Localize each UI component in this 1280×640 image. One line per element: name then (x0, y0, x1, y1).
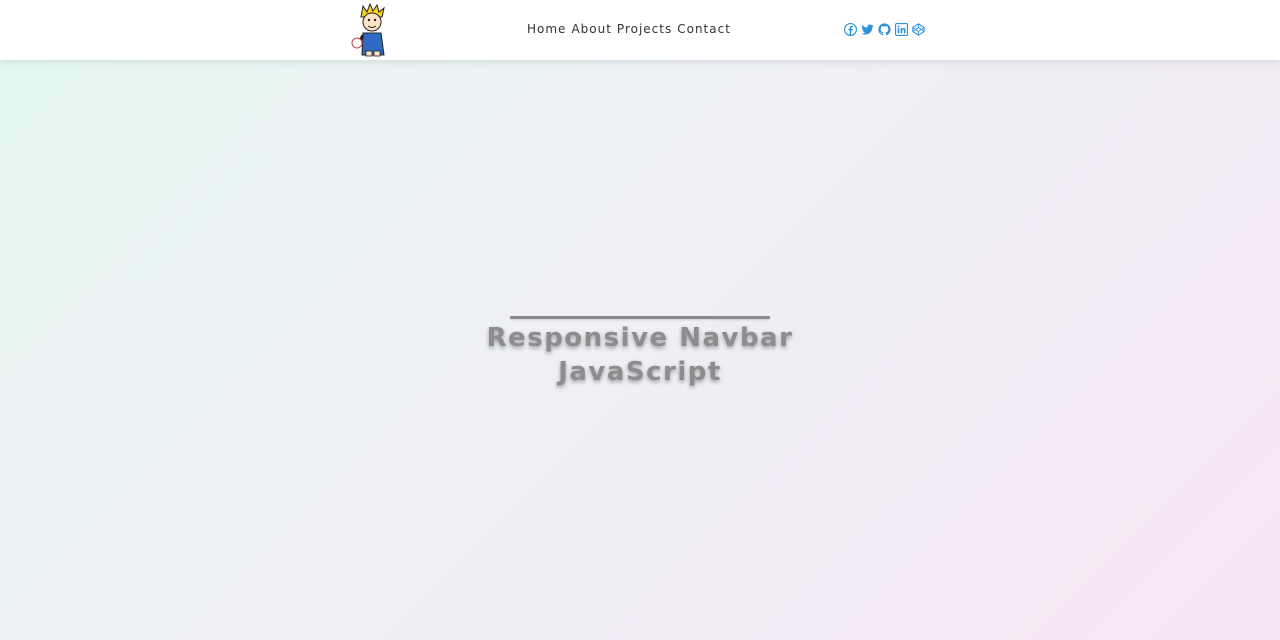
nav-link-home[interactable]: Home (527, 22, 566, 36)
facebook-icon (844, 23, 857, 36)
facebook-link[interactable] (844, 23, 857, 36)
linkedin-icon (895, 23, 908, 36)
hero-title-line2: JavaScript (558, 357, 722, 387)
logo-link[interactable] (350, 2, 392, 57)
github-icon (878, 23, 891, 36)
twitter-link[interactable] (861, 23, 874, 36)
github-link[interactable] (878, 23, 891, 36)
codepen-link[interactable] (912, 23, 925, 36)
nav-link-projects[interactable]: Projects (617, 22, 672, 36)
codepen-icon (912, 23, 925, 36)
navbar: Home About Projects Contact (0, 0, 1280, 60)
hero-title: Responsive Navbar JavaScript (440, 321, 840, 389)
linkedin-link[interactable] (895, 23, 908, 36)
hero: Responsive Navbar JavaScript (440, 316, 840, 389)
social-links (844, 23, 925, 36)
nav-link-contact[interactable]: Contact (677, 22, 731, 36)
nav-link-about[interactable]: About (571, 22, 611, 36)
nav-links: Home About Projects Contact (527, 22, 731, 36)
hero-title-line1: Responsive Navbar (486, 323, 794, 353)
twitter-icon (861, 24, 874, 35)
cartoon-boy-logo (351, 2, 385, 57)
title-underline-rule (510, 316, 770, 319)
